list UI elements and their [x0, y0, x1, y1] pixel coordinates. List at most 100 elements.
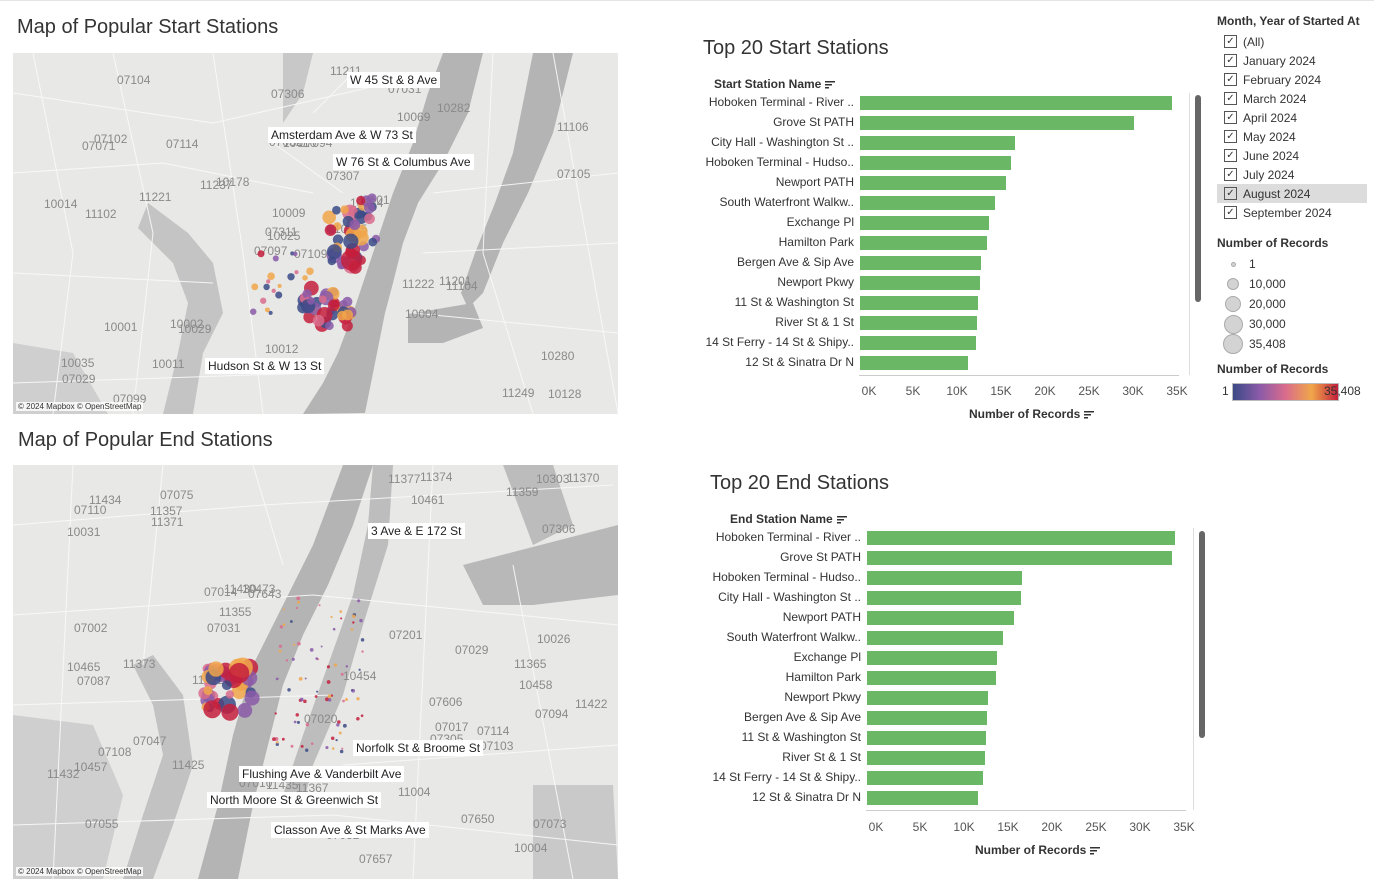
station-marker[interactable]: [356, 195, 366, 206]
bar-row[interactable]: Newport Pkwy: [777, 273, 1180, 293]
station-marker[interactable]: [340, 205, 349, 214]
station-marker[interactable]: [330, 736, 335, 741]
checkbox-icon[interactable]: ✓: [1224, 35, 1237, 48]
end-field-header[interactable]: End Station Name: [730, 512, 847, 526]
station-marker[interactable]: [340, 617, 343, 620]
station-marker[interactable]: [367, 193, 377, 203]
month-filter-option[interactable]: ✓ April 2024: [1217, 108, 1367, 127]
station-marker[interactable]: [263, 283, 270, 291]
end-axis-title[interactable]: Number of Records: [975, 843, 1101, 857]
bar[interactable]: [867, 771, 983, 785]
bar-label[interactable]: Bergen Ave & Sip Ave: [737, 255, 854, 269]
station-marker[interactable]: [305, 722, 310, 727]
station-marker[interactable]: [337, 310, 347, 321]
station-marker[interactable]: [325, 321, 334, 331]
bar-label[interactable]: 11 St & Washington St: [735, 295, 854, 309]
bar-label[interactable]: 14 St Ferry - 14 St & Shipy..: [706, 335, 855, 349]
bar-label[interactable]: Bergen Ave & Sip Ave: [744, 710, 861, 724]
bar[interactable]: [867, 651, 997, 665]
end-stations-map[interactable]: 07606 10458 07055 07075 07643 07650 10457 10461…: [13, 465, 618, 879]
checkbox-icon[interactable]: ✓: [1224, 130, 1237, 143]
station-marker[interactable]: [268, 310, 273, 315]
station-marker[interactable]: [341, 747, 344, 750]
checkbox-icon[interactable]: ✓: [1224, 54, 1237, 67]
bar-label[interactable]: Hamilton Park: [786, 670, 861, 684]
station-marker[interactable]: [298, 676, 303, 681]
bar[interactable]: [867, 751, 985, 765]
bar-label[interactable]: City Hall - Washington St ..: [711, 135, 854, 149]
station-marker[interactable]: [271, 288, 276, 294]
station-marker[interactable]: [345, 697, 349, 701]
station-marker[interactable]: [324, 224, 337, 237]
station-marker[interactable]: [272, 255, 279, 262]
station-marker[interactable]: [203, 700, 222, 719]
station-marker[interactable]: [326, 244, 342, 260]
station-marker[interactable]: [343, 233, 359, 249]
station-marker[interactable]: [342, 699, 345, 703]
bar-row[interactable]: Grove St PATH: [773, 113, 1180, 133]
station-marker[interactable]: [208, 661, 224, 677]
station-marker[interactable]: [368, 237, 378, 247]
sort-icon[interactable]: [1090, 846, 1101, 855]
station-marker[interactable]: [360, 714, 364, 718]
bar-label[interactable]: Hoboken Terminal - Hudso..: [712, 570, 861, 584]
station-marker[interactable]: [306, 267, 314, 275]
checkbox-icon[interactable]: ✓: [1224, 73, 1237, 86]
bar-row[interactable]: Hamilton Park: [779, 233, 1180, 253]
bar-label[interactable]: Grove St PATH: [780, 550, 861, 564]
bar[interactable]: [867, 551, 1172, 565]
bar[interactable]: [867, 731, 986, 745]
station-marker[interactable]: [266, 279, 271, 284]
station-marker[interactable]: [356, 697, 360, 701]
station-marker[interactable]: [352, 614, 356, 618]
month-filter-option[interactable]: ✓ May 2024: [1217, 127, 1367, 146]
station-marker[interactable]: [320, 645, 323, 648]
station-marker[interactable]: [274, 712, 277, 715]
station-marker[interactable]: [364, 202, 376, 214]
station-marker[interactable]: [318, 295, 327, 304]
station-marker[interactable]: [203, 686, 213, 696]
station-marker[interactable]: [327, 698, 332, 702]
station-marker[interactable]: [339, 749, 344, 754]
station-marker[interactable]: [276, 741, 279, 744]
bar-row[interactable]: Hoboken Terminal - River ..: [709, 93, 1180, 113]
bar-row[interactable]: City Hall - Washington St ..: [718, 588, 1187, 608]
station-marker[interactable]: [296, 641, 301, 646]
bar-label[interactable]: 14 St Ferry - 14 St & Shipy..: [713, 770, 862, 784]
bar-label[interactable]: River St & 1 St: [775, 315, 854, 329]
bar[interactable]: [867, 711, 987, 725]
bar-row[interactable]: Newport PATH: [783, 608, 1187, 628]
station-marker[interactable]: [293, 251, 298, 257]
bar-row[interactable]: 12 St & Sinatra Dr N: [745, 353, 1180, 373]
bar-label[interactable]: 11 St & Washington St: [742, 730, 861, 744]
station-marker[interactable]: [361, 650, 364, 653]
station-marker[interactable]: [359, 618, 363, 623]
station-marker[interactable]: [275, 677, 279, 681]
station-marker[interactable]: [221, 703, 239, 721]
station-marker[interactable]: [304, 677, 307, 680]
station-marker[interactable]: [326, 665, 331, 669]
bar-label[interactable]: Newport PATH: [776, 175, 854, 189]
checkbox-icon[interactable]: ✓: [1224, 111, 1237, 124]
station-marker[interactable]: [251, 283, 259, 291]
station-marker[interactable]: [358, 668, 361, 671]
station-marker[interactable]: [300, 744, 304, 748]
bar[interactable]: [860, 256, 981, 270]
bar[interactable]: [860, 96, 1172, 110]
bar-row[interactable]: Newport PATH: [776, 173, 1180, 193]
bar-row[interactable]: Bergen Ave & Sip Ave: [737, 253, 1180, 273]
bar[interactable]: [867, 791, 978, 805]
station-marker[interactable]: [290, 744, 294, 748]
bar-label[interactable]: Hoboken Terminal - Hudso..: [705, 155, 854, 169]
sort-icon[interactable]: [836, 515, 847, 524]
station-marker[interactable]: [303, 699, 307, 704]
station-marker[interactable]: [307, 297, 315, 305]
bar-row[interactable]: Exchange Pl: [787, 213, 1180, 233]
bar-row[interactable]: Hoboken Terminal - Hudso..: [712, 568, 1187, 588]
checkbox-icon[interactable]: ✓: [1224, 92, 1237, 105]
station-marker[interactable]: [325, 746, 329, 750]
station-marker[interactable]: [293, 643, 296, 646]
station-marker[interactable]: [333, 663, 338, 667]
station-marker[interactable]: [295, 606, 298, 610]
bar[interactable]: [867, 571, 1022, 585]
